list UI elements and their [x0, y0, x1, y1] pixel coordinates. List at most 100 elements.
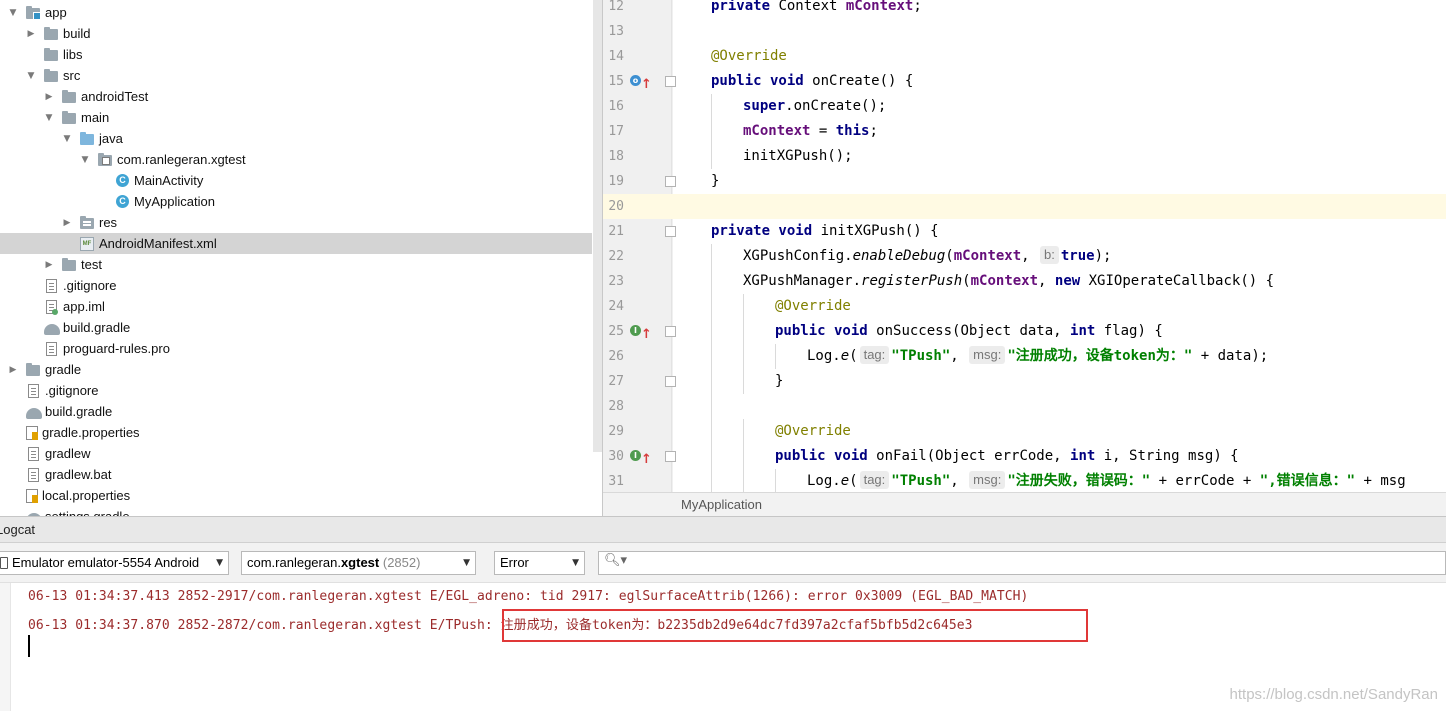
code-editor[interactable]: 12 private Context mContext; 13 14 @Override… — [603, 0, 1446, 516]
tree-item-label: test — [81, 257, 102, 272]
line-number: 26 — [608, 349, 624, 364]
editor-breadcrumb[interactable]: MyApplication — [603, 492, 1446, 516]
code-line[interactable]: 19} — [603, 169, 1446, 194]
tree-item[interactable]: proguard-rules.pro — [0, 338, 592, 359]
tree-item[interactable]: gradlew.bat — [0, 464, 592, 485]
code-token: private — [711, 0, 779, 14]
code-line[interactable]: 18 initXGPush(); — [603, 144, 1446, 169]
code-line[interactable]: 23 XGPushManager.registerPush(mContext, n… — [603, 269, 1446, 294]
tree-item[interactable]: MF AndroidManifest.xml — [0, 233, 592, 254]
code-line[interactable]: 21 private void initXGPush() { — [603, 219, 1446, 244]
code-line[interactable]: 31 Log.e(tag: "TPush", msg: "注册失败，错误码：" + e… — [603, 469, 1446, 494]
tree-item[interactable]: ▶ gradle — [0, 359, 592, 380]
tree-item-label: .gitignore — [45, 383, 99, 398]
tree-item[interactable]: build.gradle — [0, 317, 592, 338]
code-line[interactable]: 13 — [603, 19, 1446, 44]
tree-item[interactable]: C MyApplication — [0, 191, 592, 212]
fold-icon[interactable] — [665, 176, 676, 187]
tree-item[interactable]: ▼ src — [0, 65, 592, 86]
chevron-right-icon[interactable]: ▶ — [26, 29, 36, 39]
text-cursor — [28, 635, 30, 657]
tree-item[interactable]: ▼ main — [0, 107, 592, 128]
code-text: super.onCreate(); — [743, 94, 886, 119]
chevron-down-icon[interactable]: ▼ — [8, 8, 18, 18]
code-line[interactable]: 22 XGPushConfig.enableDebug(mContext, b: t… — [603, 244, 1446, 269]
tree-item[interactable]: ▶ androidTest — [0, 86, 592, 107]
code-line[interactable]: 28 — [603, 394, 1446, 419]
chevron-right-icon[interactable]: ▶ — [62, 218, 72, 228]
code-text: public void onSuccess(Object data, int f… — [775, 319, 1163, 344]
tree-item[interactable]: ▼ java — [0, 128, 592, 149]
tree-item[interactable]: build.gradle — [0, 401, 592, 422]
tree-item[interactable]: local.properties — [0, 485, 592, 506]
log-search-input[interactable]: 🔍︎▾ — [598, 551, 1446, 575]
code-text: public void onFail(Object errCode, int i… — [775, 444, 1239, 469]
code-line[interactable]: 25 I ↑ public void onSuccess(Object data, i… — [603, 319, 1446, 344]
code-token: initXGPush(); — [743, 148, 853, 164]
tree-item[interactable]: C MainActivity — [0, 170, 592, 191]
code-line[interactable]: 16 super.onCreate(); — [603, 94, 1446, 119]
code-token: ); — [1094, 248, 1112, 264]
chevron-down-icon[interactable]: ▼ — [62, 134, 72, 144]
tree-item[interactable]: ▶ test — [0, 254, 592, 275]
code-line[interactable]: 14 @Override — [603, 44, 1446, 69]
tree-item[interactable]: libs — [0, 44, 592, 65]
chevron-down-icon: ▼ — [572, 558, 579, 568]
implements-method-icon[interactable]: I — [630, 325, 641, 336]
parameter-hint: msg: — [969, 471, 1006, 489]
code-line[interactable]: 29 @Override — [603, 419, 1446, 444]
fold-icon[interactable] — [665, 376, 676, 387]
code-line[interactable]: 12 private Context mContext; — [603, 0, 1446, 19]
code-token: .onCreate(); — [785, 98, 887, 114]
tree-item[interactable]: .gitignore — [0, 380, 592, 401]
code-line[interactable]: 20 — [603, 194, 1446, 219]
tree-item[interactable]: gradlew — [0, 443, 592, 464]
device-dropdown[interactable]: Emulator emulator-5554 Android ▼ — [0, 551, 229, 575]
code-token: XGIOperateCallback() { — [1088, 273, 1275, 289]
chevron-down-icon[interactable]: ▼ — [26, 71, 36, 81]
fold-icon[interactable] — [665, 226, 676, 237]
tree-item[interactable]: ▶ build — [0, 23, 592, 44]
code-line[interactable]: 15 o ↑ public void onCreate() { — [603, 69, 1446, 94]
code-token: , — [1038, 273, 1055, 289]
line-number: 16 — [608, 99, 624, 114]
tree-item[interactable]: .gitignore — [0, 275, 592, 296]
log-level-dropdown[interactable]: Error ▼ — [494, 551, 585, 575]
code-line[interactable]: 27} — [603, 369, 1446, 394]
overrides-method-icon[interactable]: o — [630, 75, 641, 86]
text-file-icon — [28, 383, 39, 398]
chevron-down-icon[interactable]: ▼ — [44, 113, 54, 123]
tree-item[interactable]: settings.gradle — [0, 506, 592, 516]
line-number: 22 — [608, 249, 624, 264]
fold-icon[interactable] — [665, 76, 676, 87]
breadcrumb-label[interactable]: MyApplication — [681, 497, 762, 512]
search-icon[interactable]: 🔍︎▾ — [604, 553, 627, 568]
process-prefix: com.ranlegeran. — [247, 555, 341, 570]
tree-item[interactable]: ▶ res — [0, 212, 592, 233]
tree-item[interactable]: ▼ app — [0, 2, 592, 23]
log-line[interactable]: 06-13 01:34:37.413 2852-2917/com.ranlege… — [28, 589, 1028, 604]
code-text: mContext = this; — [743, 119, 878, 144]
implements-method-icon[interactable]: I — [630, 450, 641, 461]
tree-item-label: app — [45, 5, 67, 20]
code-line[interactable]: 26 Log.e(tag: "TPush", msg: "注册成功，设备token为：… — [603, 344, 1446, 369]
chevron-right-icon[interactable]: ▶ — [44, 260, 54, 270]
process-dropdown[interactable]: com.ranlegeran.xgtest (2852) ▼ — [241, 551, 476, 575]
log-output[interactable]: 06-13 01:34:37.413 2852-2917/com.ranlege… — [0, 583, 1446, 711]
code-line[interactable]: 30 I ↑ public void onFail(Object errCode, i… — [603, 444, 1446, 469]
chevron-right-icon[interactable]: ▶ — [8, 365, 18, 375]
chevron-right-icon[interactable]: ▶ — [44, 92, 54, 102]
code-token: @Override — [775, 298, 851, 314]
log-gutter — [0, 583, 11, 711]
tree-scrollbar[interactable] — [593, 0, 602, 452]
gradle-icon — [44, 323, 60, 335]
chevron-down-icon[interactable]: ▼ — [80, 155, 90, 165]
tree-item[interactable]: app.iml — [0, 296, 592, 317]
fold-icon[interactable] — [665, 451, 676, 462]
code-line[interactable]: 24 @Override — [603, 294, 1446, 319]
code-token: ( — [849, 348, 858, 364]
code-line[interactable]: 17 mContext = this; — [603, 119, 1446, 144]
tree-item[interactable]: gradle.properties — [0, 422, 592, 443]
tree-item[interactable]: ▼ com.ranlegeran.xgtest — [0, 149, 592, 170]
fold-icon[interactable] — [665, 326, 676, 337]
